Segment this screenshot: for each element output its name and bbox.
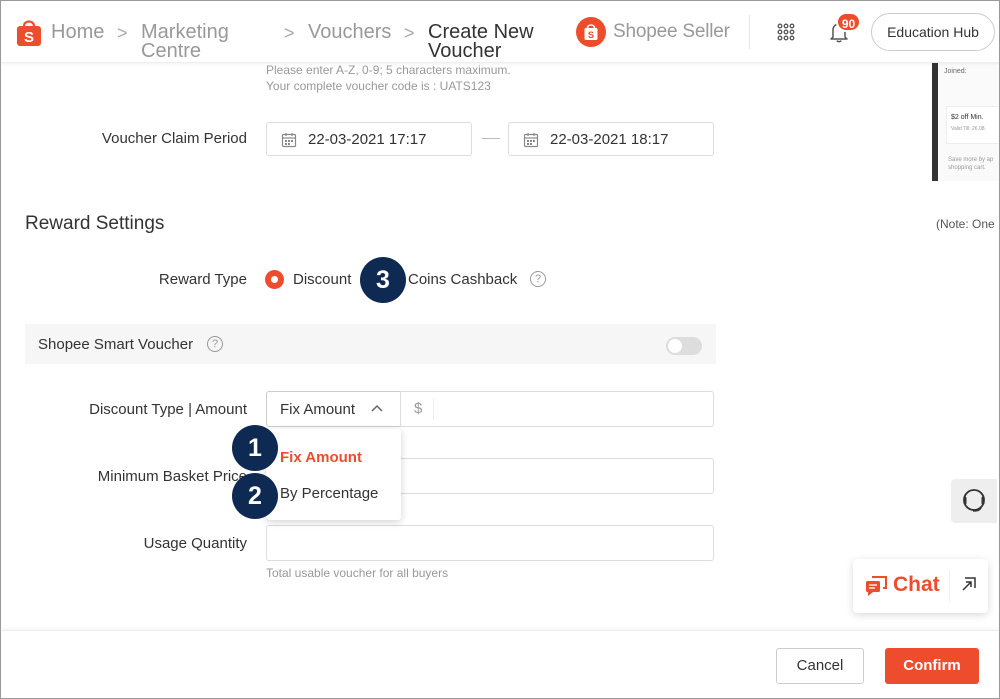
- currency-divider: [433, 398, 434, 420]
- usage-quantity-hint: Total usable voucher for all buyers: [266, 566, 449, 580]
- shopee-brand-icon: S: [576, 17, 606, 47]
- dropdown-option-by-percentage[interactable]: By Percentage: [280, 485, 378, 502]
- apps-grid-icon[interactable]: [777, 23, 795, 41]
- calendar-icon: [523, 133, 539, 148]
- dropdown-option-fix-amount[interactable]: Fix Amount: [280, 449, 362, 466]
- header-divider: [749, 15, 750, 49]
- shopee-seller-brand[interactable]: S Shopee Seller: [576, 17, 730, 47]
- customer-support-button[interactable]: [951, 479, 997, 523]
- brand-name: Shopee Seller: [613, 21, 730, 42]
- reward-settings-title: Reward Settings: [25, 213, 165, 234]
- voucher-form-page: S Home > Marketing Centre > Vouchers > C…: [0, 0, 1000, 699]
- voucher-preview-panel: Joined: $2 off Min. Valid Till: 26.08. S…: [932, 56, 999, 181]
- claim-start-date-value: 22-03-2021 17:17: [308, 131, 427, 148]
- shopee-logo-icon[interactable]: S: [15, 17, 43, 47]
- breadcrumb-chevron-icon: >: [117, 23, 128, 43]
- svg-text:S: S: [588, 30, 594, 40]
- step-marker-1: 1: [232, 425, 278, 471]
- discount-amount-input[interactable]: $: [400, 391, 714, 427]
- education-hub-button[interactable]: Education Hub: [871, 13, 995, 51]
- min-basket-label: Minimum Basket Price: [97, 468, 247, 485]
- date-range-separator: [482, 138, 500, 139]
- smart-voucher-toggle[interactable]: [666, 337, 702, 355]
- claim-start-date-input[interactable]: 22-03-2021 17:17: [266, 122, 472, 156]
- preview-joined-label: Joined:: [944, 68, 967, 75]
- discount-type-select[interactable]: Fix Amount: [266, 391, 401, 427]
- discount-type-selected-value: Fix Amount: [280, 401, 356, 418]
- usage-quantity-input[interactable]: [266, 525, 714, 561]
- chat-label: Chat: [893, 573, 940, 596]
- expand-window-icon[interactable]: [961, 576, 977, 592]
- currency-symbol: $: [414, 400, 423, 417]
- breadcrumb-home[interactable]: Home: [51, 22, 104, 42]
- claim-period-label: Voucher Claim Period: [101, 130, 247, 147]
- smart-voucher-help-icon[interactable]: ?: [207, 336, 223, 352]
- claim-end-date-value: 22-03-2021 18:17: [550, 131, 669, 148]
- reward-type-coins-cashback-label[interactable]: Coins Cashback: [408, 271, 517, 288]
- chat-divider: [949, 571, 950, 601]
- headset-icon: [963, 489, 985, 512]
- discount-type-dropdown: Fix Amount By Percentage: [266, 429, 401, 520]
- discount-type-label: Discount Type | Amount: [89, 401, 247, 418]
- breadcrumb-chevron-icon: >: [284, 23, 295, 43]
- step-marker-2: 2: [232, 473, 278, 519]
- preview-voucher-title: $2 off Min.: [951, 114, 984, 121]
- top-header: S Home > Marketing Centre > Vouchers > C…: [1, 1, 999, 63]
- smart-voucher-label: Shopee Smart Voucher: [38, 336, 194, 353]
- preview-voucher-card: [946, 106, 999, 144]
- coins-cashback-help-icon[interactable]: ?: [530, 271, 546, 287]
- notification-count-badge: 90: [836, 12, 861, 32]
- chat-bubble-icon: [866, 576, 887, 596]
- preview-voucher-valid: Valid Till: 26.08.: [951, 126, 986, 132]
- svg-text:S: S: [24, 29, 34, 46]
- usage-quantity-label: Usage Quantity: [143, 535, 247, 552]
- calendar-icon: [281, 133, 297, 148]
- reward-type-discount-label[interactable]: Discount: [293, 271, 351, 288]
- breadcrumb-marketing-centre-line2[interactable]: Centre: [141, 41, 201, 61]
- chevron-up-icon: [371, 404, 383, 412]
- breadcrumb-vouchers[interactable]: Vouchers: [308, 22, 391, 42]
- preview-footer-text: Save more by ap shopping cart.: [948, 157, 994, 171]
- breadcrumb-current-line2: Voucher: [428, 40, 502, 62]
- breadcrumb-chevron-icon: >: [404, 23, 415, 43]
- confirm-button[interactable]: Confirm: [885, 648, 979, 684]
- cancel-button[interactable]: Cancel: [776, 648, 864, 684]
- voucher-code-preview: Your complete voucher code is : UATS123: [266, 79, 491, 93]
- claim-end-date-input[interactable]: 22-03-2021 18:17: [508, 122, 714, 156]
- voucher-code-hint: Please enter A-Z, 0-9; 5 characters maxi…: [266, 63, 511, 77]
- step-marker-3: 3: [360, 257, 406, 303]
- reward-settings-note: (Note: One: [936, 217, 995, 231]
- reward-type-discount-radio[interactable]: [265, 270, 284, 289]
- reward-type-label: Reward Type: [158, 271, 247, 288]
- chat-widget[interactable]: Chat: [853, 559, 988, 613]
